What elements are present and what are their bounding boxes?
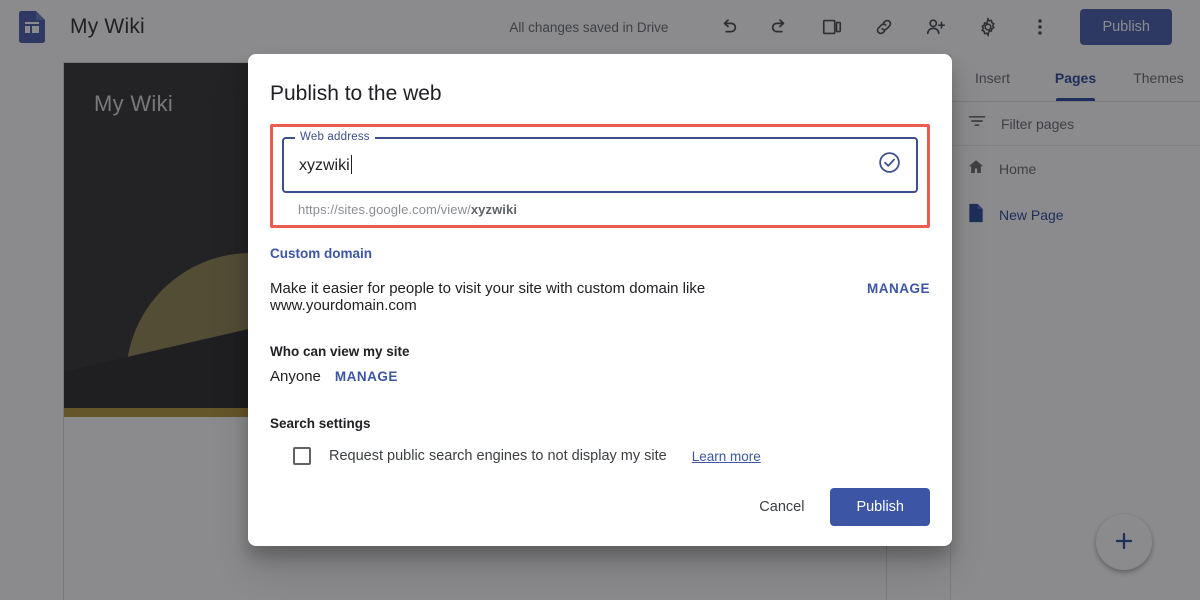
publish-dialog: Publish to the web Web address xyzwiki h… [248,54,952,546]
dialog-publish-button[interactable]: Publish [830,488,930,526]
web-address-legend: Web address [295,131,375,143]
cancel-button-label: Cancel [759,499,804,515]
web-address-highlight-annotation: Web address xyzwiki https://sites.google… [270,124,930,228]
helper-prefix: https://sites.google.com/view/ [298,202,471,217]
visibility-section-label: Who can view my site [270,344,930,359]
dialog-title: Publish to the web [270,82,930,106]
custom-domain-description: Make it easier for people to visit your … [270,280,851,314]
dialog-actions: Cancel Publish [745,488,930,526]
visibility-value: Anyone [270,368,321,385]
dialog-publish-label: Publish [856,499,904,515]
visibility-manage-link[interactable]: MANAGE [335,369,398,384]
web-address-field-wrapper: Web address xyzwiki https://sites.google… [282,137,918,217]
custom-domain-row: Make it easier for people to visit your … [270,280,930,314]
block-search-engines-label: Request public search engines to not dis… [329,448,667,464]
search-settings-section-label: Search settings [270,416,930,431]
custom-domain-section-label[interactable]: Custom domain [270,246,372,261]
web-address-value-text: xyzwiki [299,157,350,174]
web-address-input[interactable]: Web address xyzwiki [282,137,918,193]
web-address-helper-text: https://sites.google.com/view/xyzwiki [298,202,918,217]
web-address-valid-indicator [877,150,902,180]
check-circle-icon [877,150,902,180]
block-search-engines-checkbox[interactable] [293,447,311,465]
screen: My Wiki All changes saved in Drive [0,0,1200,600]
text-caret [351,155,353,174]
learn-more-link[interactable]: Learn more [692,449,761,464]
web-address-value: xyzwiki [299,155,352,175]
helper-bold: xyzwiki [471,202,517,217]
search-settings-row: Request public search engines to not dis… [270,447,930,465]
cancel-button[interactable]: Cancel [745,490,818,524]
custom-domain-manage-link[interactable]: MANAGE [867,281,930,296]
visibility-row: Anyone MANAGE [270,368,930,385]
